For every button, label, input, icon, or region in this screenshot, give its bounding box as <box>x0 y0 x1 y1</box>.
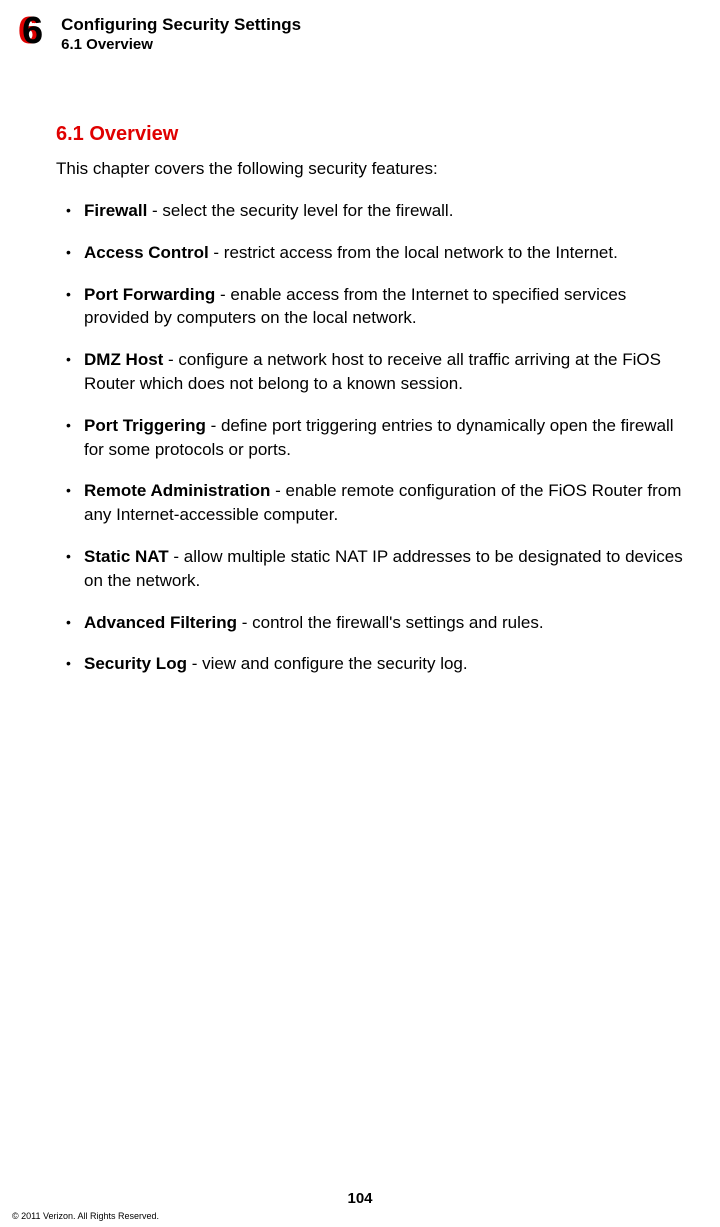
feature-term: Access Control <box>84 243 209 262</box>
feature-term: Security Log <box>84 654 187 673</box>
header-section-label: 6.1 Overview <box>61 36 301 53</box>
list-item: Advanced Filtering - control the firewal… <box>66 611 692 635</box>
page-header: 6 Configuring Security Settings 6.1 Over… <box>0 0 720 53</box>
feature-desc: - control the firewall's settings and ru… <box>237 613 544 632</box>
list-item: Access Control - restrict access from th… <box>66 241 692 265</box>
list-item: Port Forwarding - enable access from the… <box>66 283 692 331</box>
feature-term: Static NAT <box>84 547 169 566</box>
list-item: Port Triggering - define port triggering… <box>66 414 692 462</box>
chapter-title: Configuring Security Settings <box>61 14 301 36</box>
feature-term: Firewall <box>84 201 147 220</box>
section-heading: 6.1 Overview <box>56 123 692 146</box>
feature-term: Advanced Filtering <box>84 613 237 632</box>
list-item: Static NAT - allow multiple static NAT I… <box>66 545 692 593</box>
feature-desc: - select the security level for the fire… <box>147 201 453 220</box>
list-item: Firewall - select the security level for… <box>66 199 692 223</box>
list-item: DMZ Host - configure a network host to r… <box>66 348 692 396</box>
intro-text: This chapter covers the following securi… <box>56 158 692 181</box>
feature-term: DMZ Host <box>84 350 163 369</box>
feature-term: Remote Administration <box>84 481 270 500</box>
feature-desc: - view and configure the security log. <box>187 654 468 673</box>
header-titles: Configuring Security Settings 6.1 Overvi… <box>61 12 301 53</box>
feature-desc: - allow multiple static NAT IP addresses… <box>84 547 683 590</box>
list-item: Security Log - view and configure the se… <box>66 652 692 676</box>
feature-desc: - restrict access from the local network… <box>209 243 618 262</box>
features-list: Firewall - select the security level for… <box>56 199 692 676</box>
feature-term: Port Triggering <box>84 416 206 435</box>
page-footer: 104 © 2011 Verizon. All Rights Reserved. <box>0 1190 720 1227</box>
list-item: Remote Administration - enable remote co… <box>66 479 692 527</box>
chapter-number: 6 <box>22 12 43 50</box>
page-content: 6.1 Overview This chapter covers the fol… <box>0 53 720 676</box>
copyright: © 2011 Verizon. All Rights Reserved. <box>0 1211 720 1221</box>
page-number: 104 <box>0 1190 720 1207</box>
feature-term: Port Forwarding <box>84 285 215 304</box>
feature-desc: - configure a network host to receive al… <box>84 350 661 393</box>
